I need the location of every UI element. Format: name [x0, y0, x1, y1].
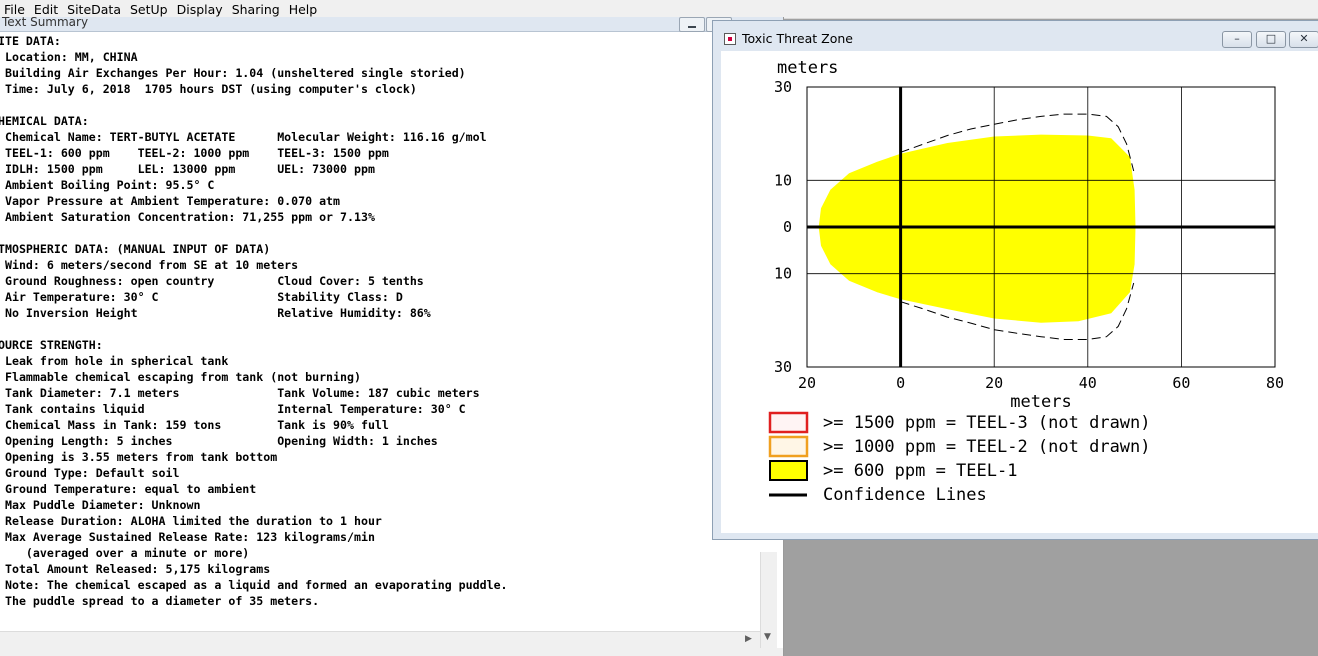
threat-zone-titlebar[interactable]: Toxic Threat Zone – □ ✕ [713, 21, 1318, 49]
text-summary-title: Text Summary [2, 17, 89, 29]
summary-line: Note: The chemical escaped as a liquid a… [0, 578, 508, 592]
legend-label: >= 600 ppm = TEEL-1 [823, 461, 1017, 481]
legend-swatch-teel1 [769, 460, 808, 481]
threat-zone-chart: 20 0 20 40 60 80301001030metersmeters>= 1500 … [768, 58, 1284, 505]
y-axis-title: meters [777, 58, 838, 78]
x-tick-label: 20 [985, 374, 1003, 392]
summary-line: Chemical Name: TERT-BUTYL ACETATE Molecu… [0, 130, 487, 144]
summary-line: Vapor Pressure at Ambient Temperature: 0… [0, 194, 341, 208]
summary-line: Ambient Boiling Point: 95.5° C [0, 178, 215, 192]
menu-setup[interactable]: SetUp [126, 0, 173, 19]
summary-line: Total Amount Released: 5,175 kilograms [0, 562, 271, 576]
menu-help[interactable]: Help [285, 0, 323, 19]
x-tick-label: 60 [1172, 374, 1190, 392]
summary-line: Release Duration: ALOHA limited the dura… [0, 514, 382, 528]
text-summary-minimize-button[interactable] [679, 17, 705, 32]
minimize-button[interactable]: – [1222, 31, 1252, 48]
summary-line: Ground Temperature: equal to ambient [0, 482, 257, 496]
scroll-down-arrow-icon[interactable]: ▼ [764, 632, 771, 642]
summary-line: Ambient Saturation Concentration: 71,255… [0, 210, 375, 224]
summary-line: Opening Length: 5 inches Opening Width: … [0, 434, 438, 448]
menu-sitedata[interactable]: SiteData [63, 0, 126, 19]
legend-swatch-teel2 [768, 435, 809, 458]
legend-label: Confidence Lines [823, 485, 987, 505]
summary-line: Chemical Mass in Tank: 159 tons Tank is … [0, 418, 389, 432]
summary-line: Leak from hole in spherical tank [0, 354, 229, 368]
legend-label: >= 1500 ppm = TEEL-3 (not drawn) [823, 413, 1151, 433]
menu-display[interactable]: Display [173, 0, 228, 19]
summary-line: Location: MM, CHINA [0, 50, 138, 64]
summary-line [0, 225, 758, 241]
legend-swatch-teel3 [768, 411, 809, 434]
summary-line: HEMICAL DATA: [0, 114, 89, 128]
summary-line: Ground Type: Default soil [0, 466, 180, 480]
summary-line: Flammable chemical escaping from tank (n… [0, 370, 361, 384]
threat-zone-title: Toxic Threat Zone [742, 31, 853, 46]
x-tick-label: 20 [798, 374, 816, 392]
x-tick-label: 40 [1079, 374, 1097, 392]
x-axis-title: meters [1010, 392, 1071, 412]
summary-line: OURCE STRENGTH: [0, 338, 103, 352]
y-tick-label: 10 [774, 171, 792, 189]
text-summary-window: Text Summary ITE DATA: Location: MM, CHI… [0, 17, 784, 656]
scroll-right-arrow-icon[interactable]: ▶ [745, 634, 752, 644]
summary-line: Time: July 6, 2018 1705 hours DST (using… [0, 82, 417, 96]
y-tick-label: 30 [774, 78, 792, 96]
summary-line: (averaged over a minute or more) [0, 546, 250, 560]
vertical-scrollbar[interactable]: ▼ [760, 552, 777, 648]
toxic-threat-zone-window: Toxic Threat Zone – □ ✕ 20 0 20 40 60 80 30 10 0… [712, 20, 1318, 540]
window-bottom-edge [0, 648, 783, 656]
x-tick-label: 80 [1266, 374, 1284, 392]
x-tick-label: 0 [896, 374, 905, 392]
close-button[interactable]: ✕ [1289, 31, 1318, 48]
maximize-button[interactable]: □ [1256, 31, 1286, 48]
y-tick-label: 30 [774, 358, 792, 376]
summary-line: TEEL-1: 600 ppm TEEL-2: 1000 ppm TEEL-3:… [0, 146, 389, 160]
summary-line: Opening is 3.55 meters from tank bottom [0, 450, 278, 464]
legend-label: >= 1000 ppm = TEEL-2 (not drawn) [823, 437, 1151, 457]
aloha-app: File Edit SiteData SetUp Display Sharing… [0, 0, 1318, 656]
summary-line: No Inversion Height Relative Humidity: 8… [0, 306, 431, 320]
summary-line: Tank Diameter: 7.1 meters Tank Volume: 1… [0, 386, 480, 400]
horizontal-scrollbar[interactable]: ▶ [0, 631, 760, 648]
summary-line: The puddle spread to a diameter of 35 me… [0, 594, 320, 608]
summary-line: TMOSPHERIC DATA: (MANUAL INPUT OF DATA) [0, 242, 271, 256]
summary-line: Wind: 6 meters/second from SE at 10 mete… [0, 258, 299, 272]
y-tick-label: 0 [783, 218, 792, 236]
summary-line: Max Puddle Diameter: Unknown [0, 498, 201, 512]
summary-line: ITE DATA: [0, 34, 61, 48]
menu-edit[interactable]: Edit [30, 0, 63, 19]
threat-zone-plot-area: 20 0 20 40 60 80 30 10 0 10 30 meters meters >= 1500 … [721, 51, 1318, 533]
app-icon [724, 33, 736, 45]
menu-sharing[interactable]: Sharing [228, 0, 285, 19]
summary-line [0, 321, 758, 337]
summary-line: Air Temperature: 30° C Stability Class: … [0, 290, 403, 304]
summary-line: Max Average Sustained Release Rate: 123 … [0, 530, 375, 544]
summary-line: Tank contains liquid Internal Temperatur… [0, 402, 466, 416]
summary-line: IDLH: 1500 ppm LEL: 13000 ppm UEL: 73000… [0, 162, 375, 176]
menu-file[interactable]: File [0, 0, 30, 19]
summary-line: Building Air Exchanges Per Hour: 1.04 (u… [0, 66, 466, 80]
y-tick-label: 10 [774, 265, 792, 283]
text-summary-titlebar[interactable]: Text Summary [0, 17, 783, 32]
summary-line: Ground Roughness: open country Cloud Cov… [0, 274, 424, 288]
summary-line [0, 97, 758, 113]
text-summary-body: ITE DATA: Location: MM, CHINA Building A… [0, 33, 758, 609]
